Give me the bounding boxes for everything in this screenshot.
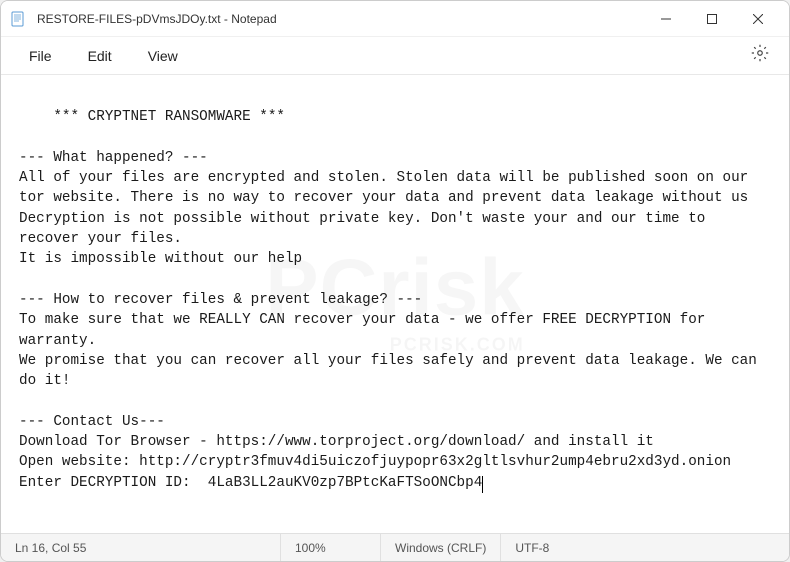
status-line-ending: Windows (CRLF) <box>381 534 501 561</box>
menu-file[interactable]: File <box>11 42 70 70</box>
menu-edit[interactable]: Edit <box>70 42 130 70</box>
document-text: *** CRYPTNET RANSOMWARE *** --- What hap… <box>19 109 765 490</box>
minimize-button[interactable] <box>643 3 689 35</box>
status-cursor-position: Ln 16, Col 55 <box>1 534 281 561</box>
notepad-window: RESTORE-FILES-pDVmsJDOy.txt - Notepad Fi… <box>0 0 790 562</box>
text-editor-area[interactable]: PCrisk PCRISK.COM *** CRYPTNET RANSOMWAR… <box>1 75 789 533</box>
statusbar: Ln 16, Col 55 100% Windows (CRLF) UTF-8 <box>1 533 789 561</box>
menubar: File Edit View <box>1 37 789 75</box>
close-button[interactable] <box>735 3 781 35</box>
window-title: RESTORE-FILES-pDVmsJDOy.txt - Notepad <box>37 12 277 26</box>
maximize-button[interactable] <box>689 3 735 35</box>
settings-button[interactable] <box>741 38 779 73</box>
titlebar: RESTORE-FILES-pDVmsJDOy.txt - Notepad <box>1 1 789 37</box>
status-encoding: UTF-8 <box>501 534 563 561</box>
window-controls <box>643 3 781 35</box>
status-zoom[interactable]: 100% <box>281 534 381 561</box>
notepad-app-icon <box>9 10 27 28</box>
menu-view[interactable]: View <box>130 42 196 70</box>
text-cursor <box>482 476 483 493</box>
